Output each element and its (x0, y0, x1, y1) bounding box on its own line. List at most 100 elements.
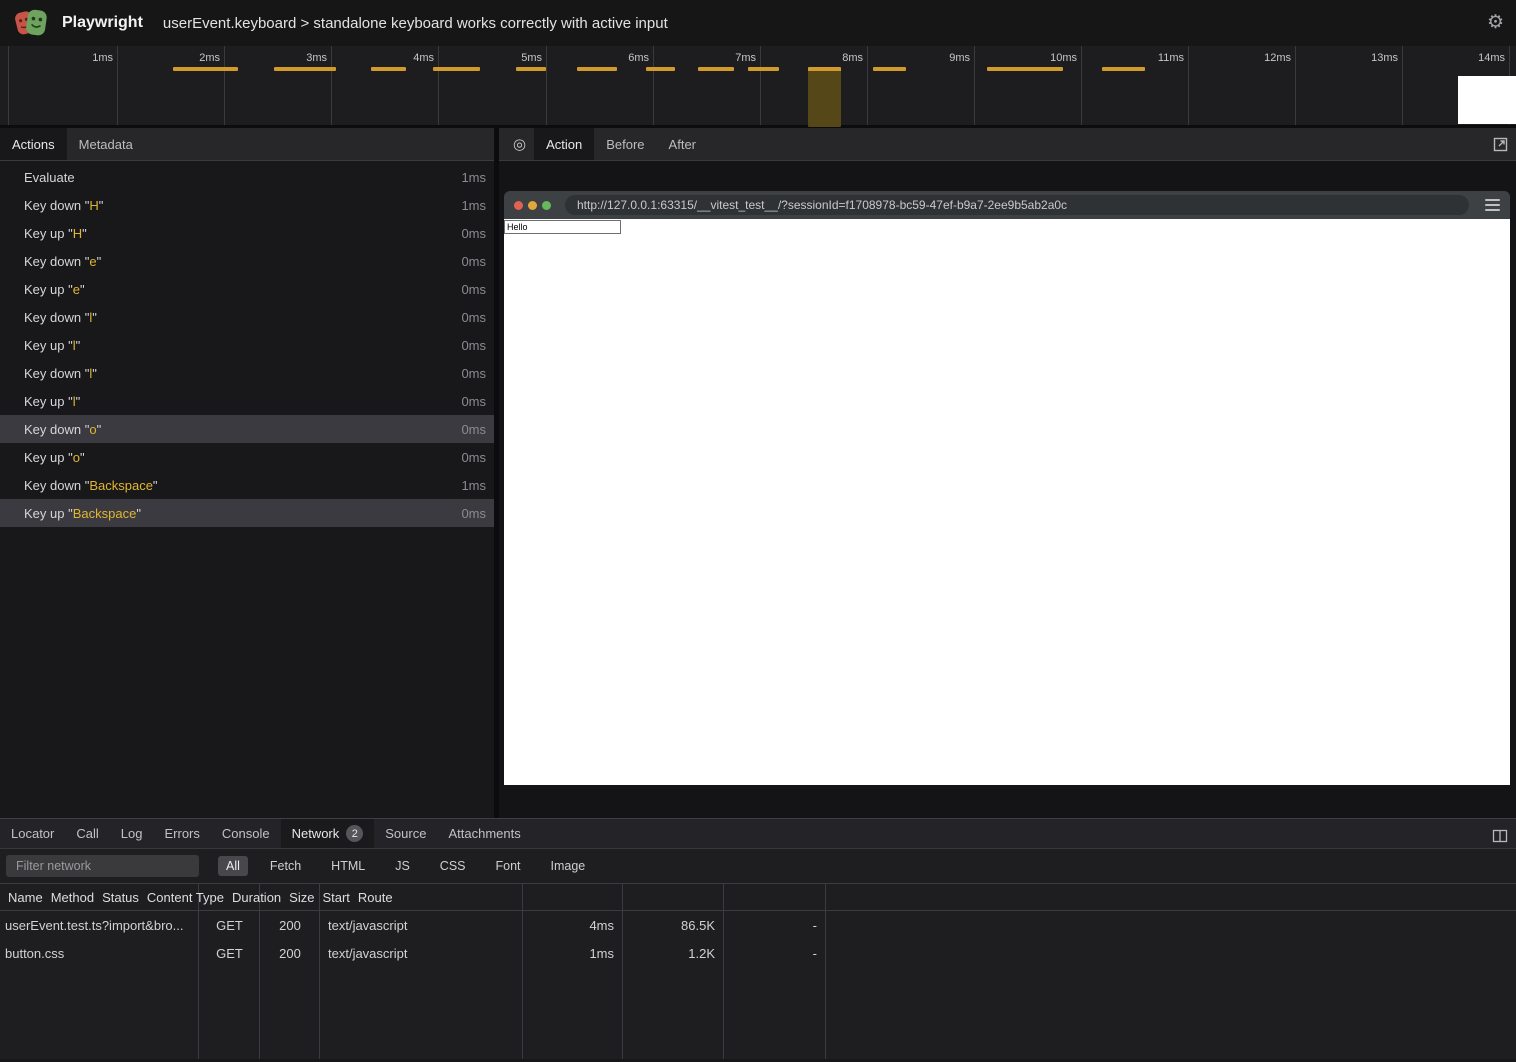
action-row[interactable]: Key down "l" 0ms (0, 303, 494, 331)
timeline-gridline (224, 46, 225, 125)
top-header: Playwright userEvent.keyboard > standalo… (0, 0, 1516, 46)
bottom-panel: Locator Call Log Errors Console (0, 818, 1516, 1059)
timeline-tick-label: 3ms (306, 52, 331, 64)
timeline-tick-label: 9ms (949, 52, 974, 64)
network-table-header: Name Method Status Content Type Duration… (0, 883, 1516, 911)
action-duration: 1ms (461, 198, 486, 213)
timeline-tick-label: 13ms (1371, 52, 1402, 64)
action-list: Evaluate 1ms Key down "H" 1ms Key up "H"… (0, 161, 494, 818)
timeline-action-bar (516, 67, 546, 71)
network-filter-row: All Fetch HTML JS CSS Font Image (0, 849, 1516, 883)
action-row[interactable]: Key up "e" 0ms (0, 275, 494, 303)
cell-duration: 4ms (523, 918, 623, 933)
app-title: Playwright (62, 14, 143, 32)
cell-content-type: text/javascript (320, 918, 523, 933)
timeline-action-bar (173, 67, 238, 71)
action-row[interactable]: Key down "l" 0ms (0, 359, 494, 387)
cell-content-type: text/javascript (320, 946, 523, 961)
cell-duration: 1ms (523, 946, 623, 961)
filter-chip[interactable]: All (218, 856, 248, 876)
timeline-tick-label: 7ms (735, 52, 760, 64)
timeline-tick-label: 8ms (842, 52, 867, 64)
timeline-action-bar (433, 67, 480, 71)
timeline-gridline (1188, 46, 1189, 125)
filter-chip[interactable]: JS (387, 856, 418, 876)
cell-name: button.css (0, 946, 199, 961)
bottom-tabbar: Locator Call Log Errors Console (0, 819, 1516, 849)
network-count-badge: 2 (346, 825, 363, 842)
action-duration: 0ms (461, 422, 486, 437)
bottom-tab[interactable]: Call (65, 819, 109, 848)
timeline-action-bar (987, 67, 1063, 71)
browser-menu-icon (1485, 199, 1500, 211)
actions-panel: Actions Metadata Evaluate 1ms Key down "… (0, 128, 499, 818)
actions-panel-tab[interactable]: Actions (0, 128, 67, 160)
action-duration: 1ms (461, 478, 486, 493)
timeline-action-bar (577, 67, 617, 71)
open-snapshot-external-icon[interactable] (1493, 137, 1508, 152)
action-duration: 0ms (461, 506, 486, 521)
snapshot-tab[interactable]: After (657, 128, 708, 160)
action-duration: 0ms (461, 226, 486, 241)
split-view-icon[interactable] (1492, 828, 1508, 844)
bottom-tab[interactable]: Log (110, 819, 154, 848)
cell-name: userEvent.test.ts?import&bro... (0, 918, 199, 933)
timeline-gridline (438, 46, 439, 125)
snapshot-tab[interactable]: Action (534, 128, 594, 160)
column-header: Start (314, 890, 349, 905)
timeline-tick-label: 11ms (1158, 52, 1188, 64)
action-duration: 0ms (461, 310, 486, 325)
timeline-gridline (331, 46, 332, 125)
network-filter-input[interactable] (6, 855, 199, 877)
filter-chip[interactable]: Image (543, 856, 594, 876)
action-row[interactable]: Key up "o" 0ms (0, 443, 494, 471)
cell-method: GET (199, 918, 260, 933)
cell-start: - (724, 946, 826, 961)
bottom-tab[interactable]: Source (374, 819, 437, 848)
network-table: Name Method Status Content Type Duration… (0, 883, 1516, 1059)
bottom-tab[interactable]: Attachments (437, 819, 531, 848)
action-duration: 0ms (461, 450, 486, 465)
timeline-action-bar (646, 67, 675, 71)
column-header: Name (0, 890, 43, 905)
pick-locator-icon[interactable]: ◎ (505, 128, 534, 160)
action-row[interactable]: Key down "Backspace" 1ms (0, 471, 494, 499)
timeline[interactable]: 1ms 2ms 3ms 4ms 5ms 6ms 7ms (0, 46, 1516, 128)
action-row[interactable]: Key down "e" 0ms (0, 247, 494, 275)
bottom-tab[interactable]: Locator (0, 819, 65, 848)
page-text-input[interactable] (504, 220, 621, 234)
main-split: Actions Metadata Evaluate 1ms Key down "… (0, 128, 1516, 818)
network-row[interactable]: userEvent.test.ts?import&bro... GET 200 … (0, 911, 1516, 939)
action-row[interactable]: Key down "H" 1ms (0, 191, 494, 219)
timeline-gridline (653, 46, 654, 125)
bottom-tab[interactable]: Console (211, 819, 281, 848)
action-row[interactable]: Key up "H" 0ms (0, 219, 494, 247)
column-header: Duration (224, 890, 281, 905)
filter-chip[interactable]: HTML (323, 856, 373, 876)
actions-panel-tab[interactable]: Metadata (67, 128, 145, 160)
action-row[interactable]: Evaluate 1ms (0, 163, 494, 191)
filter-chip[interactable]: Font (488, 856, 529, 876)
snapshot-tab[interactable]: Before (594, 128, 656, 160)
column-header: Content Type (139, 890, 224, 905)
column-header: Status (94, 890, 139, 905)
column-header: Route (350, 890, 393, 905)
network-row[interactable]: button.css GET 200 text/javascript 1ms 1… (0, 939, 1516, 967)
cell-size: 86.5K (623, 918, 724, 933)
action-row[interactable]: Key up "Backspace" 0ms (0, 499, 494, 527)
column-header: Size (281, 890, 314, 905)
timeline-action-bar (873, 67, 906, 71)
filter-chip[interactable]: Fetch (262, 856, 309, 876)
traffic-light-red-icon (514, 201, 523, 210)
film-strip-thumbnail (1458, 76, 1516, 124)
network-filter-chips: All Fetch HTML JS CSS Font Image (218, 856, 607, 876)
timeline-tick-label: 10ms (1050, 52, 1081, 64)
action-row[interactable]: Key down "o" 0ms (0, 415, 494, 443)
action-row[interactable]: Key up "l" 0ms (0, 387, 494, 415)
actions-tabbar: Actions Metadata (0, 128, 494, 161)
bottom-tab[interactable]: Network 2 (281, 819, 375, 848)
action-row[interactable]: Key up "l" 0ms (0, 331, 494, 359)
settings-gear-icon[interactable]: ⚙ (1487, 12, 1504, 34)
filter-chip[interactable]: CSS (432, 856, 474, 876)
bottom-tab[interactable]: Errors (153, 819, 210, 848)
